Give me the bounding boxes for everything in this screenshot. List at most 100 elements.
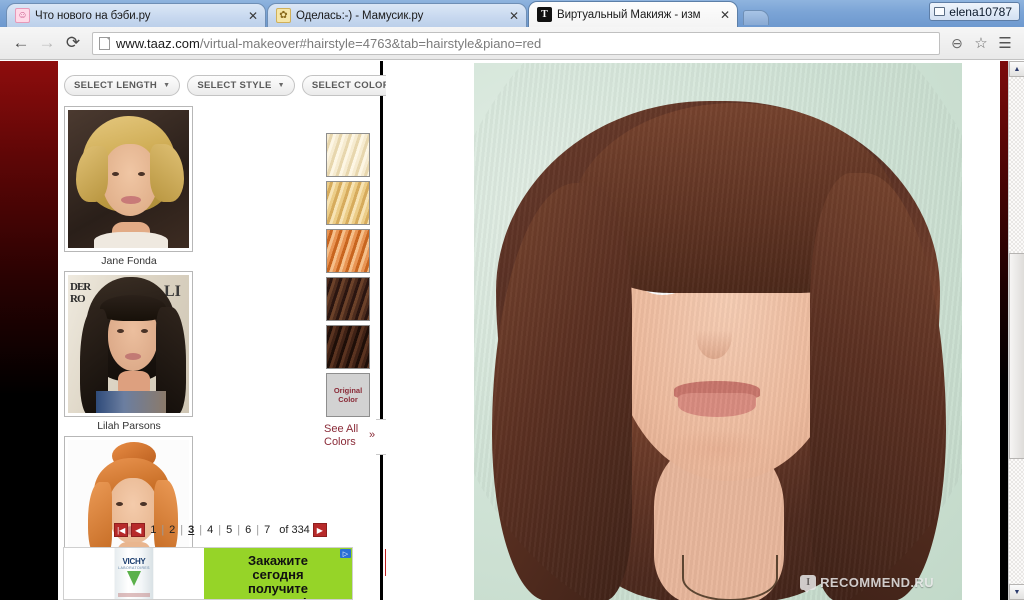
ad-line-1: Закажите [248,553,308,568]
hair-color-swatch-column: Original Color See All Colors » [324,133,391,455]
celebrity-photo: DER RO LI [68,275,189,413]
first-page-button[interactable]: |◀ [114,523,129,537]
url-path: /virtual-makeover#hairstyle=4763&tab=hai… [199,35,542,51]
pager-separator: | [180,524,184,536]
taaz-icon: T [537,7,552,22]
forward-button[interactable]: → [34,30,60,56]
new-tab-button[interactable] [743,10,769,25]
select-style-label: SELECT STYLE [197,80,272,91]
back-button[interactable]: ← [8,30,34,56]
tab-close-icon[interactable]: ✕ [508,9,520,23]
swatch-golden-blonde[interactable] [326,181,370,225]
hairstyle-card[interactable]: Jane Fonda [64,106,194,267]
swatch-copper-red[interactable] [326,229,370,273]
hairstyle-name: Jane Fonda [101,255,157,267]
hairstyle-thumbnail[interactable] [64,106,193,252]
select-style-dropdown[interactable]: SELECT STYLE ▼ [187,75,295,96]
address-bar[interactable]: www.taaz.com/virtual-makeover#hairstyle=… [92,31,940,55]
ad-product-image: VICHY LABORATOIRES [64,548,204,599]
necklace [682,555,778,600]
original-color-line1: Original [333,385,363,395]
see-all-line2: Colors [324,435,356,448]
bookmark-star-icon[interactable]: ☆ [970,32,992,54]
see-all-line1: See All [324,423,359,435]
swatch-deep-brown[interactable] [326,325,370,369]
tab-close-icon[interactable]: ✕ [247,9,259,23]
irecommend-watermark: I RECOMMEND.RU [800,575,934,593]
select-length-dropdown[interactable]: SELECT LENGTH ▼ [64,75,181,96]
select-color-label: SELECT COLOR [311,80,390,91]
page-number-1[interactable]: 1 [148,524,158,536]
page-number-5[interactable]: 5 [224,524,234,536]
chevron-down-icon: ▼ [277,82,285,89]
page-number-4[interactable]: 4 [205,524,215,536]
vichy-tube-icon: VICHY LABORATOIRES [115,548,153,599]
filter-bar: SELECT LENGTH ▼ SELECT STYLE ▼ SELECT CO… [58,61,414,96]
scroll-up-button[interactable]: ▲ [1009,61,1024,77]
pager-separator: | [161,524,165,536]
toolbar-actions: ⊖ ☆ ☰ [946,32,1016,54]
scroll-down-button[interactable]: ▼ [1009,584,1024,600]
page-number-6[interactable]: 6 [243,524,253,536]
vertical-scrollbar[interactable]: ▲ ▼ [1008,61,1024,600]
tab-taaz-virtual-makeover[interactable]: T Виртуальный Макияж - изм ✕ [528,1,738,27]
tab-title: Оделась:-) - Мамусик.ру [296,9,424,22]
tab-baby-ru[interactable]: ☺ Что нового на бэби.ру ✕ [6,3,266,27]
page-viewport: SELECT LENGTH ▼ SELECT STYLE ▼ SELECT CO… [0,61,1024,600]
ad-line-4: подарок! [249,596,307,599]
tab-title: Виртуальный Макияж - изм [557,8,701,21]
double-chevron-right-icon: » [369,429,376,442]
vichy-v-logo-icon [127,570,141,586]
windows-user-name: elena10787 [949,4,1012,19]
browser-window: ☺ Что нового на бэби.ру ✕ ✿ Оделась:-) -… [0,0,1024,600]
makeover-preview-panel: I RECOMMEND.RU [386,61,1008,600]
watermark-text: RECOMMEND.RU [820,575,934,590]
ad-brand-sub: LABORATOIRES [118,565,150,570]
user-icon [934,7,946,16]
ad-copy[interactable]: ▷ Закажите сегодня получите подарок! [204,548,352,599]
hairstyle-thumbnail[interactable]: DER RO LI [64,271,193,417]
user-photo-preview[interactable]: I RECOMMEND.RU [474,63,962,600]
pager-separator: | [256,524,260,536]
ad-brand-name: VICHY [122,556,146,566]
see-all-colors-link[interactable]: See All Colors » [324,419,391,455]
reload-button[interactable]: ⟳ [60,30,86,56]
page-number-7[interactable]: 7 [262,524,272,536]
page-content: SELECT LENGTH ▼ SELECT STYLE ▼ SELECT CO… [58,61,1008,600]
tab-title: Что нового на бэби.ру [35,9,151,22]
swatch-platinum-blonde[interactable] [326,133,370,177]
url-text: www.taaz.com/virtual-makeover#hairstyle=… [116,36,541,51]
page-number-3-current[interactable]: 3 [186,524,196,536]
swatch-original-color[interactable]: Original Color [326,373,370,417]
chevron-down-icon: ▼ [163,82,171,89]
total-pages-label: of 334 [279,524,310,536]
tab-strip: ☺ Что нового на бэби.ру ✕ ✿ Оделась:-) -… [0,0,1024,27]
hair-strand-texture [474,63,962,600]
pagination: |◀ ◀ 1 | 2 | 3 | 4 | 5 | 6 | 7 of 334 ▶ [58,523,383,537]
scrollbar-track[interactable] [1009,77,1024,584]
next-page-button[interactable]: ▶ [312,523,327,537]
page-background-left [0,61,58,600]
advertisement-banner[interactable]: VICHY LABORATOIRES ▷ Закажите сегодня по… [63,547,353,600]
windows-user-badge[interactable]: elena10787 [929,2,1020,21]
hairstyle-chooser-panel: SELECT LENGTH ▼ SELECT STYLE ▼ SELECT CO… [58,61,414,600]
hairstyle-card[interactable]: DER RO LI Lilah Parsons [64,271,194,432]
celebrity-photo [68,110,189,248]
chrome-menu-icon[interactable]: ☰ [994,32,1016,54]
baby-icon: ☺ [15,8,30,23]
ad-line-3: получите [248,581,308,597]
page-number-2[interactable]: 2 [167,524,177,536]
page-document-icon [99,36,110,50]
url-host: www.taaz.com [116,35,200,51]
pager-separator: | [237,524,241,536]
zoom-out-icon[interactable]: ⊖ [946,32,968,54]
prev-page-button[interactable]: ◀ [131,523,146,537]
original-color-line2: Color [338,395,358,404]
adchoices-icon[interactable]: ▷ [340,549,351,558]
tab-mamusik-ru[interactable]: ✿ Оделась:-) - Мамусик.ру ✕ [267,3,527,27]
tab-close-icon[interactable]: ✕ [719,8,731,22]
navigation-toolbar: ← → ⟳ www.taaz.com/virtual-makeover#hair… [0,27,1024,60]
scrollbar-thumb[interactable] [1009,253,1024,459]
swatch-dark-brown[interactable] [326,277,370,321]
select-length-label: SELECT LENGTH [74,80,158,91]
